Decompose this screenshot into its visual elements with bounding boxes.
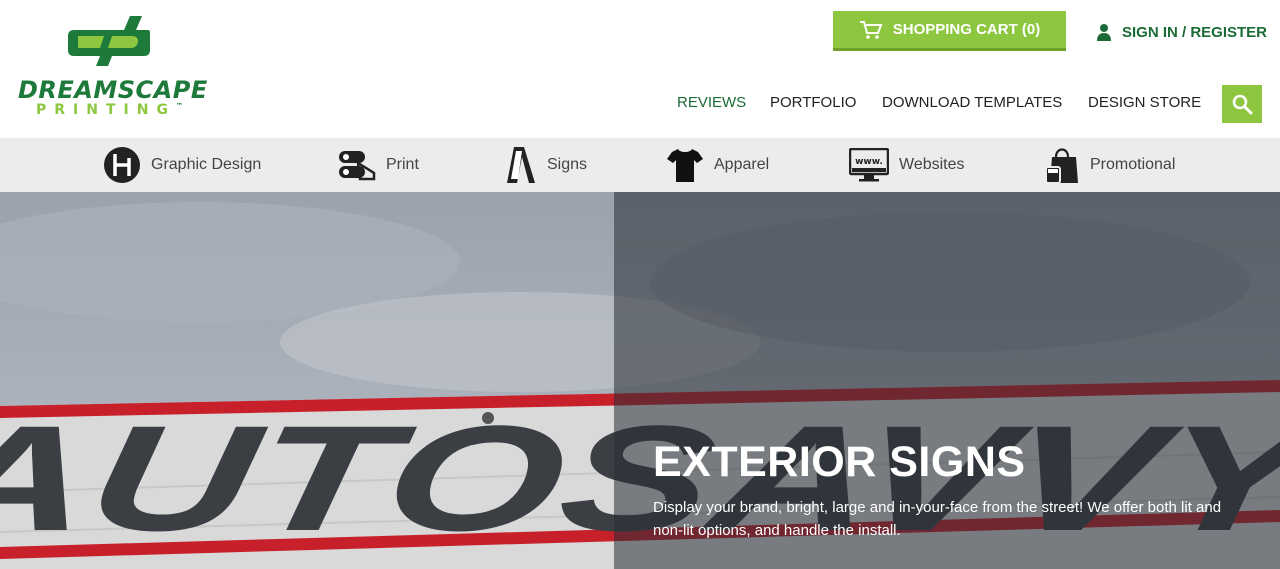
category-graphic-design[interactable]: Graphic Design	[103, 138, 261, 192]
print-icon	[339, 151, 376, 181]
category-label: Promotional	[1090, 156, 1176, 173]
category-label: Print	[386, 156, 419, 173]
hero-banner: AUTOSAVVY EXTERIOR SIGNS Display your br…	[0, 192, 1280, 569]
site-header: DREAMSCAPE PRINTING™ SHOPPING CART (0) S…	[0, 0, 1280, 138]
user-icon	[1097, 24, 1111, 41]
promotional-icon	[1045, 148, 1078, 184]
logo-text-dreamscape: DREAMSCAPE	[18, 76, 208, 104]
nav-item-download-templates[interactable]: DOWNLOAD TEMPLATES	[882, 94, 1062, 111]
websites-icon: www.	[849, 148, 889, 182]
nav-item-design-store[interactable]: DESIGN STORE	[1088, 94, 1201, 111]
signs-icon	[507, 147, 535, 183]
category-websites[interactable]: www. Websites	[849, 138, 965, 192]
shopping-cart-label: SHOPPING CART (0)	[892, 21, 1041, 38]
graphic-design-icon	[104, 147, 140, 183]
sign-in-register-link[interactable]: SIGN IN / REGISTER	[1096, 20, 1267, 44]
sign-in-register-label: SIGN IN / REGISTER	[1122, 23, 1268, 41]
category-promotional[interactable]: Promotional	[1044, 138, 1175, 192]
hero-description: Display your brand, bright, large and in…	[653, 499, 1222, 539]
nav-item-reviews[interactable]: REVIEWS	[677, 94, 746, 111]
category-signs[interactable]: Signs	[505, 138, 587, 192]
category-label: Websites	[899, 156, 965, 173]
search-icon	[1232, 94, 1253, 115]
category-apparel[interactable]: Apparel	[666, 138, 769, 192]
apparel-icon	[667, 149, 703, 182]
category-bar: Graphic Design Print Signs Apparel www.	[0, 138, 1280, 192]
nav-item-portfolio[interactable]: PORTFOLIO	[770, 94, 856, 111]
category-print[interactable]: Print	[338, 138, 419, 192]
category-label: Graphic Design	[151, 156, 262, 173]
search-button[interactable]	[1222, 85, 1262, 123]
category-label: Apparel	[714, 156, 770, 173]
dreamscape-logo[interactable]: DREAMSCAPE PRINTING™	[18, 16, 207, 121]
svg-text:www.: www.	[855, 157, 883, 167]
hero-title: EXTERIOR SIGNS	[653, 438, 1026, 486]
category-label: Signs	[547, 156, 588, 173]
logo-text-printing: PRINTING™	[36, 102, 183, 118]
shopping-cart-button[interactable]: SHOPPING CART (0)	[833, 11, 1066, 51]
logo-trademark: ™	[175, 102, 183, 110]
logo-mark-icon	[68, 16, 150, 66]
cart-icon	[859, 20, 883, 39]
